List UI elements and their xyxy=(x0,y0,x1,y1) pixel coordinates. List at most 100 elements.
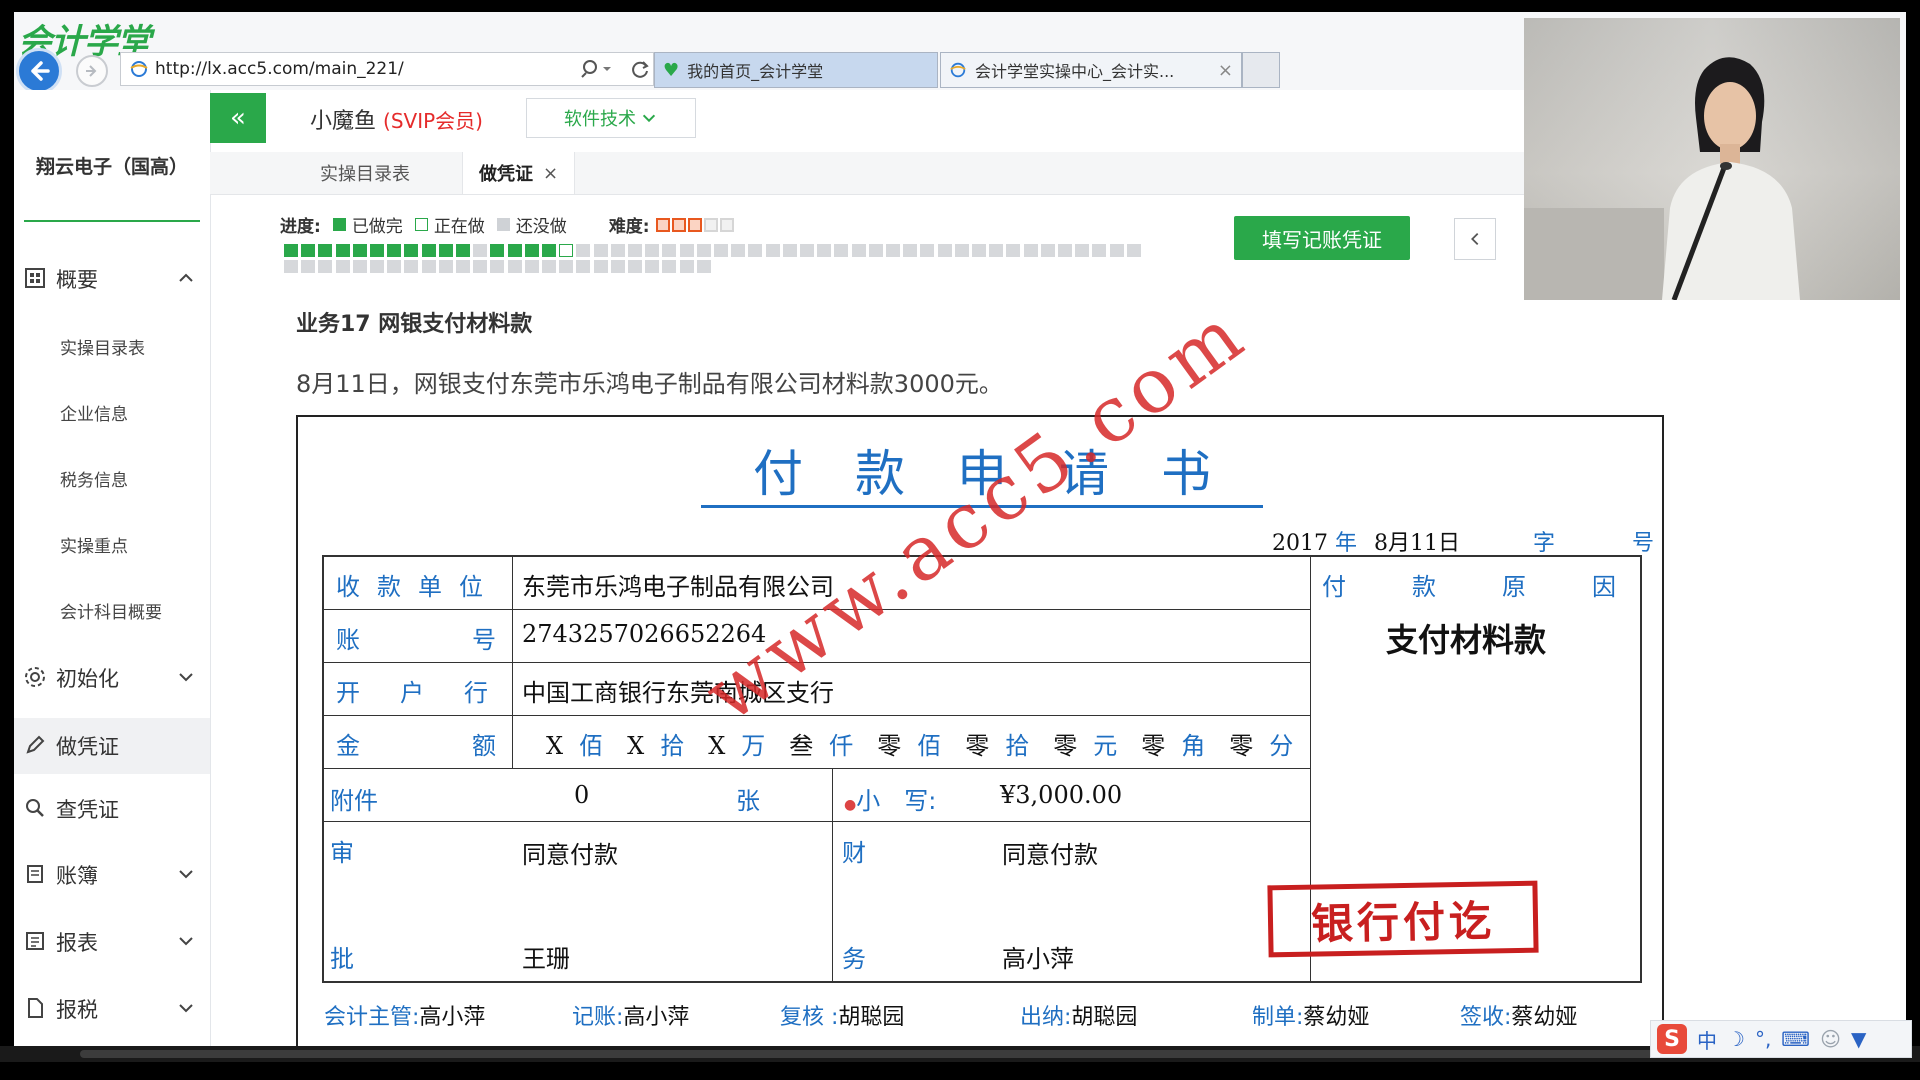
progress-cell[interactable] xyxy=(559,260,574,273)
collapse-sidebar-button[interactable]: « xyxy=(210,93,266,143)
progress-cell[interactable] xyxy=(817,244,832,257)
sidebar-item-make-voucher[interactable]: 做凭证 xyxy=(14,718,210,774)
progress-cell[interactable] xyxy=(662,260,677,273)
browser-tab-practice[interactable]: 会计学堂实操中心_会计实... × xyxy=(940,52,1242,88)
submenu-account-summary[interactable]: 会计科目概要 xyxy=(60,598,162,623)
progress-cell[interactable] xyxy=(1023,244,1038,257)
progress-cell[interactable] xyxy=(559,244,574,257)
progress-cell[interactable] xyxy=(318,260,333,273)
progress-cell[interactable] xyxy=(1109,244,1124,257)
progress-cell[interactable] xyxy=(576,244,591,257)
progress-cell[interactable] xyxy=(456,244,470,257)
progress-cell[interactable] xyxy=(679,260,694,273)
progress-cell[interactable] xyxy=(1040,244,1055,257)
submenu-practice-list[interactable]: 实操目录表 xyxy=(60,334,145,359)
progress-cell[interactable] xyxy=(524,260,539,273)
browser-tab-home[interactable]: ♥ 我的首页_会计学堂 xyxy=(654,52,938,88)
progress-cell[interactable] xyxy=(765,244,780,257)
progress-cell[interactable] xyxy=(421,244,436,257)
progress-cell[interactable] xyxy=(456,260,470,273)
progress-cell[interactable] xyxy=(404,260,419,273)
progress-cell[interactable] xyxy=(284,260,298,273)
progress-cell[interactable] xyxy=(782,244,797,257)
user-icon[interactable]: ☺ xyxy=(1820,1027,1841,1051)
progress-cell[interactable] xyxy=(937,244,952,257)
new-tab-button[interactable] xyxy=(1242,52,1280,88)
back-button[interactable] xyxy=(16,48,62,94)
close-icon[interactable]: × xyxy=(1218,60,1233,81)
progress-cell[interactable] xyxy=(731,244,746,257)
submenu-practice-key[interactable]: 实操重点 xyxy=(60,532,128,557)
progress-cell[interactable] xyxy=(473,244,488,257)
progress-cell[interactable] xyxy=(868,244,883,257)
submenu-company-info[interactable]: 企业信息 xyxy=(60,400,128,425)
moon-icon[interactable]: ☽ xyxy=(1727,1027,1745,1051)
progress-cell[interactable] xyxy=(542,244,556,257)
url-text[interactable]: http://lx.acc5.com/main_221/ xyxy=(155,59,404,79)
refresh-icon[interactable] xyxy=(629,58,651,80)
progress-cell[interactable] xyxy=(473,260,488,273)
address-bar[interactable]: http://lx.acc5.com/main_221/ xyxy=(120,52,654,86)
punctuation-icon[interactable]: °, xyxy=(1755,1027,1771,1051)
progress-cell[interactable] xyxy=(490,244,505,257)
progress-cell[interactable] xyxy=(800,244,814,257)
search-icon[interactable] xyxy=(581,58,617,80)
progress-cell[interactable] xyxy=(421,260,436,273)
ime-mode[interactable]: 中 xyxy=(1697,1025,1717,1054)
progress-cell[interactable] xyxy=(387,260,402,273)
progress-cell[interactable] xyxy=(920,244,935,257)
tab-practice-list[interactable]: 实操目录表 xyxy=(304,152,426,194)
progress-cell[interactable] xyxy=(1075,244,1090,257)
progress-cell[interactable] xyxy=(645,260,660,273)
progress-cell[interactable] xyxy=(335,260,350,273)
progress-cell[interactable] xyxy=(542,260,556,273)
progress-cell[interactable] xyxy=(714,244,728,257)
sidebar-item-reports[interactable]: 报表 xyxy=(14,917,210,967)
progress-cell[interactable] xyxy=(370,244,384,257)
progress-cell[interactable] xyxy=(903,244,918,257)
sidebar-item-query-voucher[interactable]: 查凭证 xyxy=(14,784,210,834)
progress-cell[interactable] xyxy=(628,244,642,257)
tab-make-voucher[interactable]: 做凭证 × xyxy=(462,152,576,194)
progress-cell[interactable] xyxy=(284,244,298,257)
progress-cell[interactable] xyxy=(696,244,711,257)
software-tech-dropdown[interactable]: 软件技术 xyxy=(526,98,696,138)
progress-cell[interactable] xyxy=(628,260,642,273)
submenu-tax-info[interactable]: 税务信息 xyxy=(60,466,128,491)
shirt-icon[interactable]: ▼ xyxy=(1851,1027,1866,1051)
progress-cell[interactable] xyxy=(1126,244,1141,257)
sidebar-item-overview[interactable]: 概要 xyxy=(14,254,210,304)
fill-voucher-button[interactable]: 填写记账凭证 xyxy=(1234,216,1410,260)
progress-cell[interactable] xyxy=(301,260,316,273)
progress-cell[interactable] xyxy=(387,244,402,257)
progress-cell[interactable] xyxy=(438,244,453,257)
previous-button[interactable] xyxy=(1454,218,1496,260)
progress-cell[interactable] xyxy=(438,260,453,273)
progress-cell[interactable] xyxy=(593,260,608,273)
progress-cell[interactable] xyxy=(335,244,350,257)
progress-cell[interactable] xyxy=(576,260,591,273)
progress-cell[interactable] xyxy=(404,244,419,257)
progress-cell[interactable] xyxy=(679,244,694,257)
progress-cell[interactable] xyxy=(318,244,333,257)
progress-cell[interactable] xyxy=(662,244,677,257)
forward-button[interactable] xyxy=(76,55,108,87)
progress-cell[interactable] xyxy=(507,260,522,273)
progress-cell[interactable] xyxy=(1092,244,1107,257)
progress-cell[interactable] xyxy=(834,244,849,257)
scrollbar-thumb[interactable] xyxy=(80,1050,1680,1058)
progress-cell[interactable] xyxy=(352,260,367,273)
progress-cell[interactable] xyxy=(1058,244,1072,257)
keyboard-icon[interactable]: ⌨ xyxy=(1781,1027,1810,1051)
progress-cell[interactable] xyxy=(490,260,505,273)
sidebar-item-tax[interactable]: 报税 xyxy=(14,984,210,1034)
progress-cell[interactable] xyxy=(748,244,763,257)
progress-cell[interactable] xyxy=(645,244,660,257)
progress-cell[interactable] xyxy=(696,260,711,273)
sidebar-item-init[interactable]: 初始化 xyxy=(14,653,210,703)
ime-toolbar[interactable]: S 中 ☽ °, ⌨ ☺ ▼ xyxy=(1650,1020,1912,1058)
progress-cell[interactable] xyxy=(851,244,866,257)
progress-cell[interactable] xyxy=(610,244,625,257)
progress-cell[interactable] xyxy=(989,244,1004,257)
progress-cell[interactable] xyxy=(886,244,900,257)
